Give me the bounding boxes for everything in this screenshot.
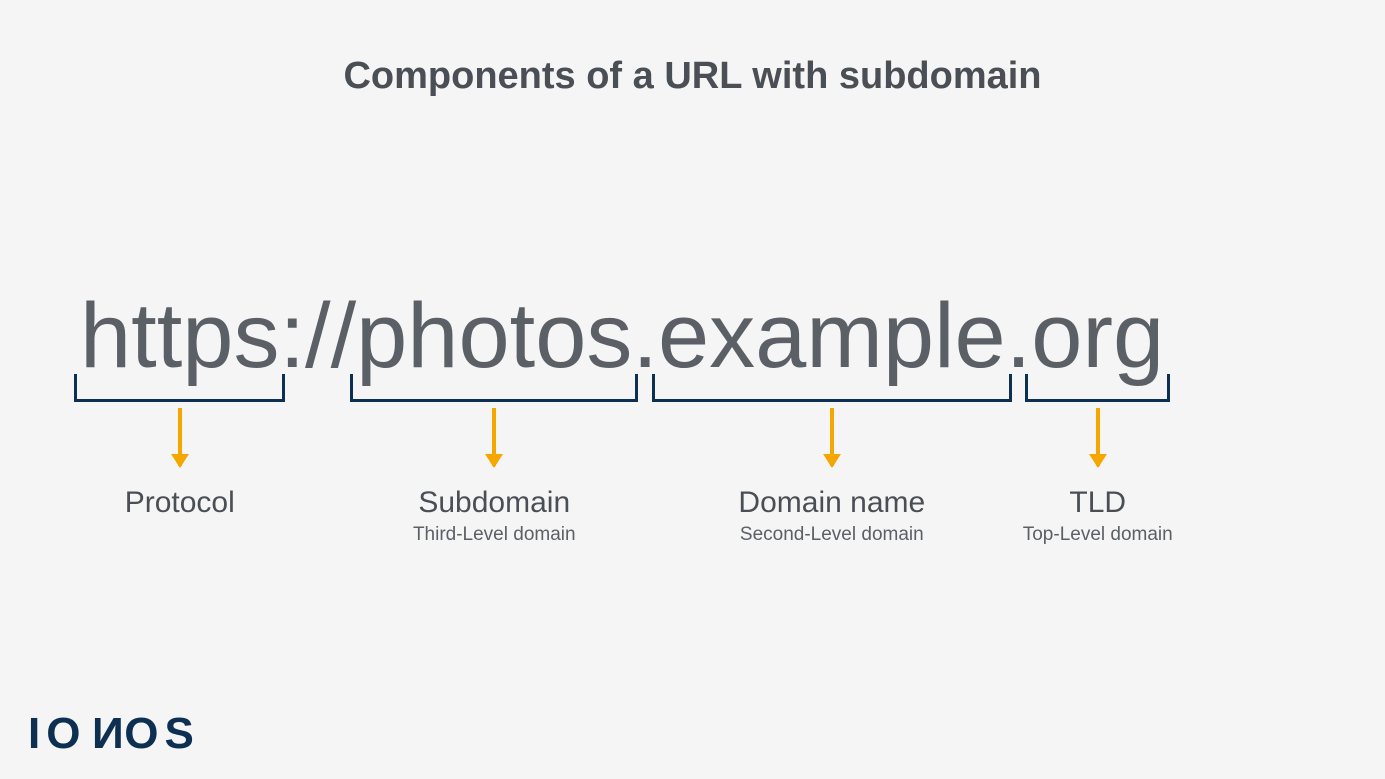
annotation-label: TLD [988, 486, 1208, 520]
bracket-icon [74, 374, 285, 402]
annotation-label: Protocol [74, 486, 285, 520]
annotation-subdomain: Subdomain Third-Level domain [350, 374, 638, 546]
ionos-logo: IONOS [28, 709, 200, 759]
bracket-icon [350, 374, 638, 402]
annotation-domain: Domain name Second-Level domain [652, 374, 1012, 546]
annotation-sublabel: Top-Level domain [988, 524, 1208, 546]
annotation-label: Subdomain [350, 486, 638, 520]
arrow-down-icon [492, 408, 496, 466]
annotation-tld: TLD Top-Level domain [1025, 374, 1170, 546]
annotation-sublabel: Second-Level domain [652, 524, 1012, 546]
arrow-down-icon [178, 408, 182, 466]
annotation-label: Domain name [652, 486, 1012, 520]
diagram-title: Components of a URL with subdomain [0, 55, 1385, 98]
arrow-down-icon [830, 408, 834, 466]
annotation-protocol: Protocol [74, 374, 285, 524]
bracket-icon [1025, 374, 1170, 402]
url-separator-scheme: :// [279, 284, 356, 389]
arrow-down-icon [1096, 408, 1100, 466]
bracket-icon [652, 374, 1012, 402]
annotation-sublabel: Third-Level domain [350, 524, 638, 546]
